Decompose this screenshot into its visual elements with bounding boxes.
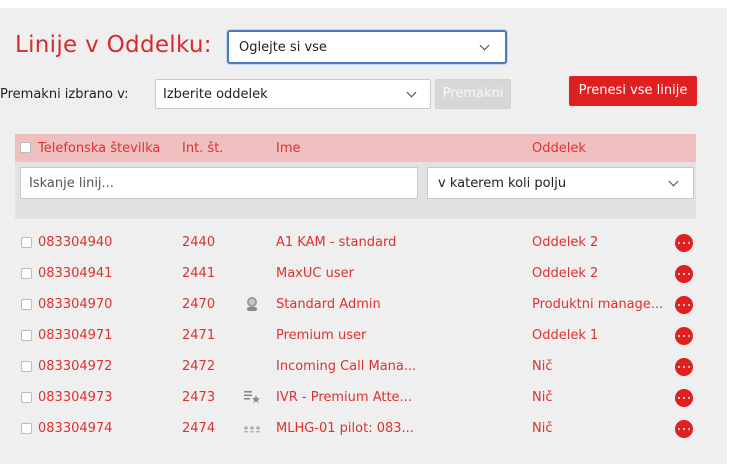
line-name[interactable]: MaxUC user — [276, 266, 354, 281]
search-field-select[interactable]: v katerem koli polju — [427, 167, 694, 199]
row-checkbox[interactable] — [21, 330, 32, 341]
extension: 2440 — [182, 235, 216, 250]
phone-number[interactable]: 083304973 — [38, 390, 112, 405]
department: Produktni manage... — [532, 297, 664, 312]
search-input[interactable] — [21, 168, 417, 198]
table-row[interactable]: 083304971 2471 Premium user Oddelek 1 — [15, 320, 696, 351]
page-title: Linije v Oddelku: — [15, 32, 212, 58]
line-name[interactable]: MLHG-01 pilot: 083... — [276, 421, 414, 436]
search-lines-field[interactable] — [20, 167, 418, 199]
more-options-icon[interactable] — [675, 327, 693, 345]
header-phone-number[interactable]: Telefonska številka — [38, 141, 160, 156]
table-row[interactable]: 083304970 2470 Standard Admin Produktni … — [15, 289, 696, 320]
extension: 2473 — [182, 390, 216, 405]
phone-number[interactable]: 083304940 — [38, 235, 112, 250]
more-options-icon[interactable] — [675, 389, 693, 407]
move-selected-label: Premakni izbrano v: — [0, 87, 129, 102]
row-checkbox[interactable] — [21, 237, 32, 248]
phone-number[interactable]: 083304974 — [38, 421, 112, 436]
row-checkbox[interactable] — [21, 299, 32, 310]
chevron-down-icon — [668, 176, 679, 187]
line-name[interactable]: Premium user — [276, 328, 366, 343]
extension: 2471 — [182, 328, 216, 343]
department: Oddelek 1 — [532, 328, 599, 343]
line-name[interactable]: A1 KAM - standard — [276, 235, 396, 250]
table-row[interactable]: 083304940 2440 A1 KAM - standard Oddelek… — [15, 227, 696, 258]
phone-number[interactable]: 083304971 — [38, 328, 112, 343]
department-select[interactable]: Izberite oddelek — [155, 79, 431, 109]
line-name[interactable]: Standard Admin — [276, 297, 381, 312]
phone-number[interactable]: 083304972 — [38, 359, 112, 374]
extension: 2441 — [182, 266, 216, 281]
view-filter-select[interactable]: Oglejte si vse — [227, 30, 507, 64]
table-row[interactable]: 083304973 2473 IVR - Premium Atte... Nič — [15, 382, 696, 413]
user-admin-icon — [243, 296, 261, 312]
extension: 2474 — [182, 421, 216, 436]
header-extension[interactable]: Int. št. — [182, 141, 223, 156]
table-row[interactable]: 083304972 2472 Incoming Call Mana... Nič — [15, 351, 696, 382]
chevron-down-icon — [406, 87, 417, 98]
ivr-star-icon — [243, 389, 261, 405]
phone-number[interactable]: 083304941 — [38, 266, 112, 281]
search-bar: v katerem koli polju — [15, 162, 696, 219]
row-checkbox[interactable] — [21, 392, 32, 403]
row-checkbox[interactable] — [21, 361, 32, 372]
more-options-icon[interactable] — [675, 420, 693, 438]
more-options-icon[interactable] — [675, 296, 693, 314]
more-options-icon[interactable] — [675, 358, 693, 376]
hunt-group-icon — [243, 420, 261, 436]
more-options-icon[interactable] — [675, 265, 693, 283]
department: Nič — [532, 390, 553, 405]
department: Oddelek 2 — [532, 235, 599, 250]
department: Oddelek 2 — [532, 266, 599, 281]
chevron-down-icon — [479, 40, 490, 51]
line-name[interactable]: IVR - Premium Atte... — [276, 390, 412, 405]
transfer-all-lines-button[interactable]: Prenesi vse linije — [569, 76, 697, 106]
table-row[interactable]: 083304974 2474 MLHG-01 pilot: 083... Nič — [15, 413, 696, 444]
select-all-checkbox[interactable] — [20, 142, 31, 153]
table-header: Telefonska številka Int. št. Ime Oddelek — [15, 134, 696, 162]
header-name[interactable]: Ime — [276, 141, 301, 156]
extension: 2470 — [182, 297, 216, 312]
header-department[interactable]: Oddelek — [532, 141, 586, 156]
department: Nič — [532, 359, 553, 374]
table-row[interactable]: 083304941 2441 MaxUC user Oddelek 2 — [15, 258, 696, 289]
view-filter-value: Oglejte si vse — [239, 40, 327, 55]
row-checkbox[interactable] — [21, 423, 32, 434]
line-name[interactable]: Incoming Call Mana... — [276, 359, 416, 374]
move-button[interactable]: Premakni — [435, 79, 511, 109]
department: Nič — [532, 421, 553, 436]
extension: 2472 — [182, 359, 216, 374]
phone-number[interactable]: 083304970 — [38, 297, 112, 312]
department-select-value: Izberite oddelek — [163, 87, 268, 102]
search-field-value: v katerem koli polju — [438, 176, 567, 191]
lines-panel: Linije v Oddelku: Oglejte si vse Premakn… — [0, 8, 727, 464]
more-options-icon[interactable] — [675, 234, 693, 252]
row-checkbox[interactable] — [21, 268, 32, 279]
